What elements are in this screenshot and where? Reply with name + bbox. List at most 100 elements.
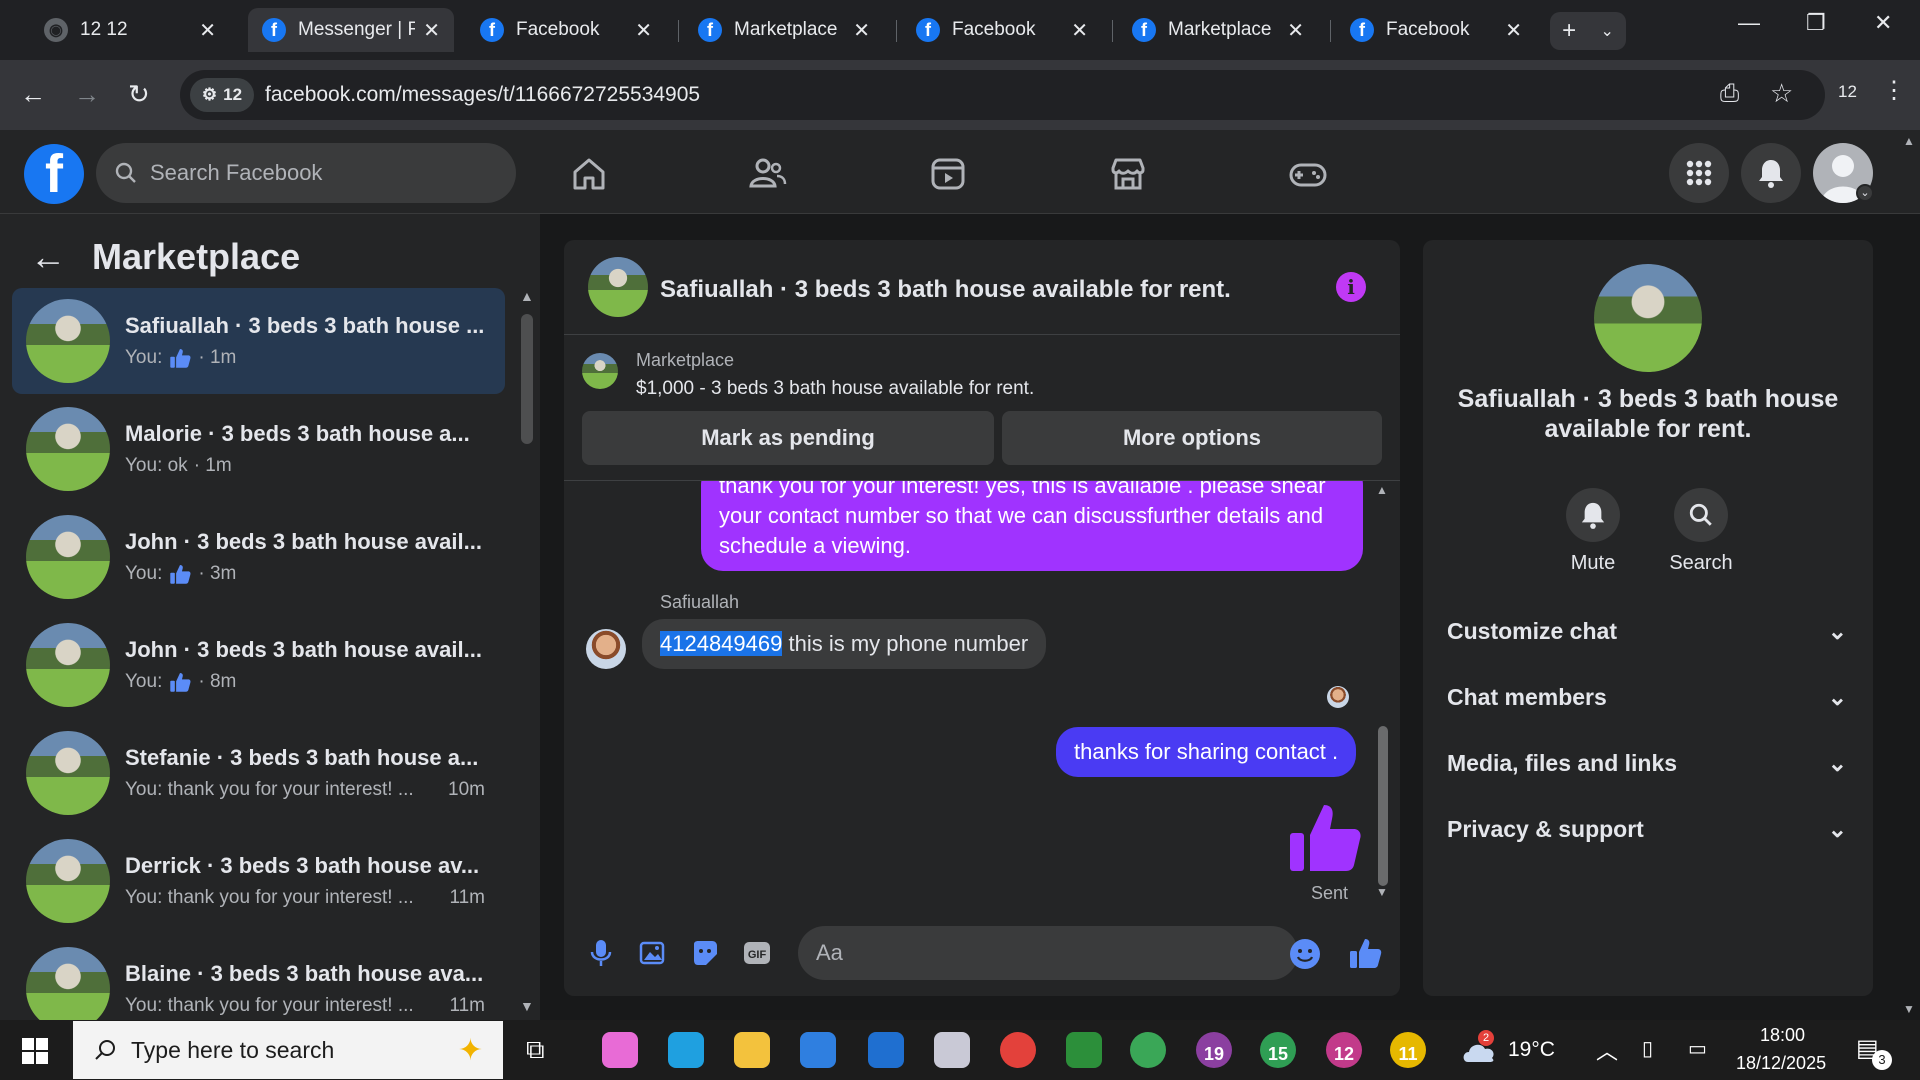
site-info-chip[interactable]: ⚙ 12 bbox=[190, 78, 254, 112]
file-explorer-icon[interactable] bbox=[734, 1032, 770, 1068]
chrome-icon[interactable] bbox=[1000, 1032, 1036, 1068]
menu-grid-button[interactable] bbox=[1669, 143, 1729, 203]
outlook-icon[interactable] bbox=[868, 1032, 904, 1068]
scroll-down-icon[interactable]: ▼ bbox=[1376, 885, 1388, 899]
tablet-icon[interactable]: ▯ bbox=[1642, 1036, 1653, 1061]
paint-icon[interactable] bbox=[934, 1032, 970, 1068]
store-icon[interactable] bbox=[800, 1032, 836, 1068]
close-tab-icon[interactable]: ✕ bbox=[635, 18, 652, 43]
info-icon[interactable]: i bbox=[1336, 272, 1366, 302]
taskbar-search-box[interactable]: Type here to search ✦ bbox=[73, 1021, 503, 1079]
close-tab-icon[interactable]: ✕ bbox=[423, 18, 440, 43]
conversation-item[interactable]: Stefanie · 3 beds 3 bath house a... You: … bbox=[12, 720, 505, 826]
browser-tab[interactable]: ◉ 12 12 ✕ bbox=[30, 8, 230, 52]
account-chevron-icon[interactable]: ⌄ bbox=[1856, 184, 1874, 202]
browser-tab[interactable]: f Facebook ✕ bbox=[466, 8, 666, 52]
conversation-item[interactable]: John · 3 beds 3 bath house avail... You: ·… bbox=[12, 504, 505, 610]
scroll-up-icon[interactable]: ▲ bbox=[1376, 483, 1388, 497]
privacy-support-section[interactable]: Privacy & support ⌄ bbox=[1447, 816, 1847, 843]
facebook-logo-icon[interactable]: f bbox=[24, 144, 84, 204]
incoming-message-bubble[interactable]: 4124849469 this is my phone number bbox=[642, 619, 1047, 669]
tray-chevron-up-icon[interactable]: ︿ bbox=[1596, 1034, 1618, 1066]
page-scroll-up-icon[interactable]: ▲ bbox=[1903, 134, 1915, 148]
marketplace-nav-icon[interactable] bbox=[1106, 152, 1150, 196]
browser-tab[interactable]: f Facebook ✕ bbox=[1336, 8, 1536, 52]
listing-large-avatar[interactable] bbox=[1594, 264, 1702, 372]
microphone-icon[interactable] bbox=[586, 938, 616, 968]
scroll-down-icon[interactable]: ▼ bbox=[520, 998, 534, 1014]
minimize-icon[interactable]: — bbox=[1738, 10, 1760, 36]
close-tab-icon[interactable]: ✕ bbox=[853, 18, 870, 43]
bookmark-star-icon[interactable]: ☆ bbox=[1770, 78, 1793, 109]
close-tab-icon[interactable]: ✕ bbox=[1287, 18, 1304, 43]
windows-start-icon[interactable] bbox=[22, 1038, 48, 1064]
chrome-profile-icon[interactable] bbox=[1130, 1032, 1166, 1068]
chrome-profile-15-icon[interactable]: 15 bbox=[1260, 1032, 1296, 1068]
scrollbar-thumb[interactable] bbox=[521, 314, 533, 444]
close-tab-icon[interactable]: ✕ bbox=[199, 18, 216, 43]
outgoing-message-bubble[interactable]: thanks for sharing contact . bbox=[1056, 727, 1357, 777]
video-nav-icon[interactable] bbox=[926, 152, 970, 196]
clock-time[interactable]: 18:00 bbox=[1760, 1025, 1805, 1046]
browser-tab-active[interactable]: f Messenger | F ✕ bbox=[248, 8, 454, 52]
thread-scrollbar-thumb[interactable] bbox=[1378, 726, 1388, 886]
browser-tab[interactable]: f Facebook ✕ bbox=[902, 8, 1102, 52]
edge-icon[interactable] bbox=[668, 1032, 704, 1068]
conversation-item[interactable]: Blaine · 3 beds 3 bath house ava... You: … bbox=[12, 936, 505, 1020]
browser-tab[interactable]: f Marketplace · ✕ bbox=[1118, 8, 1318, 52]
conversation-item[interactable]: Derrick · 3 beds 3 bath house av... You: … bbox=[12, 828, 505, 934]
sticker-icon[interactable] bbox=[690, 938, 720, 968]
search-conversation-button[interactable]: Search bbox=[1656, 488, 1746, 575]
friends-nav-icon[interactable] bbox=[746, 152, 790, 196]
customize-chat-section[interactable]: Customize chat ⌄ bbox=[1447, 618, 1847, 645]
chat-members-section[interactable]: Chat members ⌄ bbox=[1447, 684, 1847, 711]
copilot-icon[interactable] bbox=[602, 1032, 638, 1068]
mark-as-pending-button[interactable]: Mark as pending bbox=[582, 411, 994, 465]
gaming-nav-icon[interactable] bbox=[1286, 152, 1330, 196]
clock-date[interactable]: 18/12/2025 bbox=[1736, 1053, 1826, 1074]
url-text[interactable]: facebook.com/messages/t/1166672725534905 bbox=[265, 83, 700, 107]
sender-avatar[interactable] bbox=[586, 629, 626, 669]
emoji-icon[interactable] bbox=[1289, 938, 1321, 970]
page-scroll-down-icon[interactable]: ▼ bbox=[1903, 1002, 1915, 1016]
conversation-item[interactable]: Malorie · 3 beds 3 bath house a... You: o… bbox=[12, 396, 505, 502]
close-tab-icon[interactable]: ✕ bbox=[1505, 18, 1522, 43]
back-icon[interactable]: ← bbox=[20, 79, 46, 110]
menu-kebab-icon[interactable]: ⋮ bbox=[1882, 76, 1906, 105]
conversation-item[interactable]: Safiuallah · 3 beds 3 bath house ... You:… bbox=[12, 288, 505, 394]
chat-title[interactable]: Safiuallah · 3 beds 3 bath house availab… bbox=[660, 276, 1231, 304]
photo-icon[interactable] bbox=[638, 938, 668, 968]
chrome-profile-12-icon[interactable]: 12 bbox=[1326, 1032, 1362, 1068]
notifications-button[interactable] bbox=[1741, 143, 1801, 203]
task-view-icon[interactable]: ⧉ bbox=[526, 1034, 545, 1066]
chrome-profile-11-icon[interactable]: 11 bbox=[1390, 1032, 1426, 1068]
like-send-icon[interactable] bbox=[1348, 936, 1382, 970]
back-arrow-icon[interactable]: ← bbox=[30, 236, 66, 278]
weather-temp[interactable]: 19°C bbox=[1508, 1038, 1555, 1062]
forward-icon[interactable]: → bbox=[74, 79, 100, 110]
conversation-item[interactable]: John · 3 beds 3 bath house avail... You: ·… bbox=[12, 612, 505, 718]
new-tab-icon[interactable]: + bbox=[1562, 17, 1576, 45]
more-options-button[interactable]: More options bbox=[1002, 411, 1382, 465]
message-input[interactable]: Aa bbox=[798, 926, 1298, 980]
gif-icon[interactable]: GIF bbox=[742, 938, 772, 968]
browser-tab[interactable]: f Marketplace · ✕ bbox=[684, 8, 884, 52]
listing-thumbnail[interactable] bbox=[582, 353, 618, 389]
chrome-profile-19-icon[interactable]: 19 bbox=[1196, 1032, 1232, 1068]
install-app-icon[interactable]: ⎙ bbox=[1720, 80, 1739, 108]
listing-avatar[interactable] bbox=[588, 257, 648, 317]
restore-icon[interactable]: ❐ bbox=[1806, 10, 1826, 36]
facebook-search-input[interactable]: Search Facebook bbox=[96, 143, 516, 203]
profile-label[interactable]: 12 bbox=[1838, 82, 1857, 102]
close-tab-icon[interactable]: ✕ bbox=[1071, 18, 1088, 43]
tab-search-chevron-icon[interactable]: ⌄ bbox=[1600, 21, 1613, 41]
mute-button[interactable]: Mute bbox=[1548, 488, 1638, 575]
media-files-links-section[interactable]: Media, files and links ⌄ bbox=[1447, 750, 1847, 777]
address-bar[interactable]: ⚙ 12 facebook.com/messages/t/116667272553… bbox=[180, 70, 1825, 120]
listing-title[interactable]: $1,000 - 3 beds 3 bath house available f… bbox=[636, 378, 1034, 400]
large-like-icon[interactable] bbox=[1286, 799, 1362, 875]
battery-icon[interactable]: ▭ bbox=[1688, 1036, 1707, 1061]
reload-icon[interactable]: ↻ bbox=[128, 79, 150, 110]
selected-phone-number[interactable]: 4124849469 bbox=[660, 631, 783, 656]
home-nav-icon[interactable] bbox=[567, 152, 611, 196]
